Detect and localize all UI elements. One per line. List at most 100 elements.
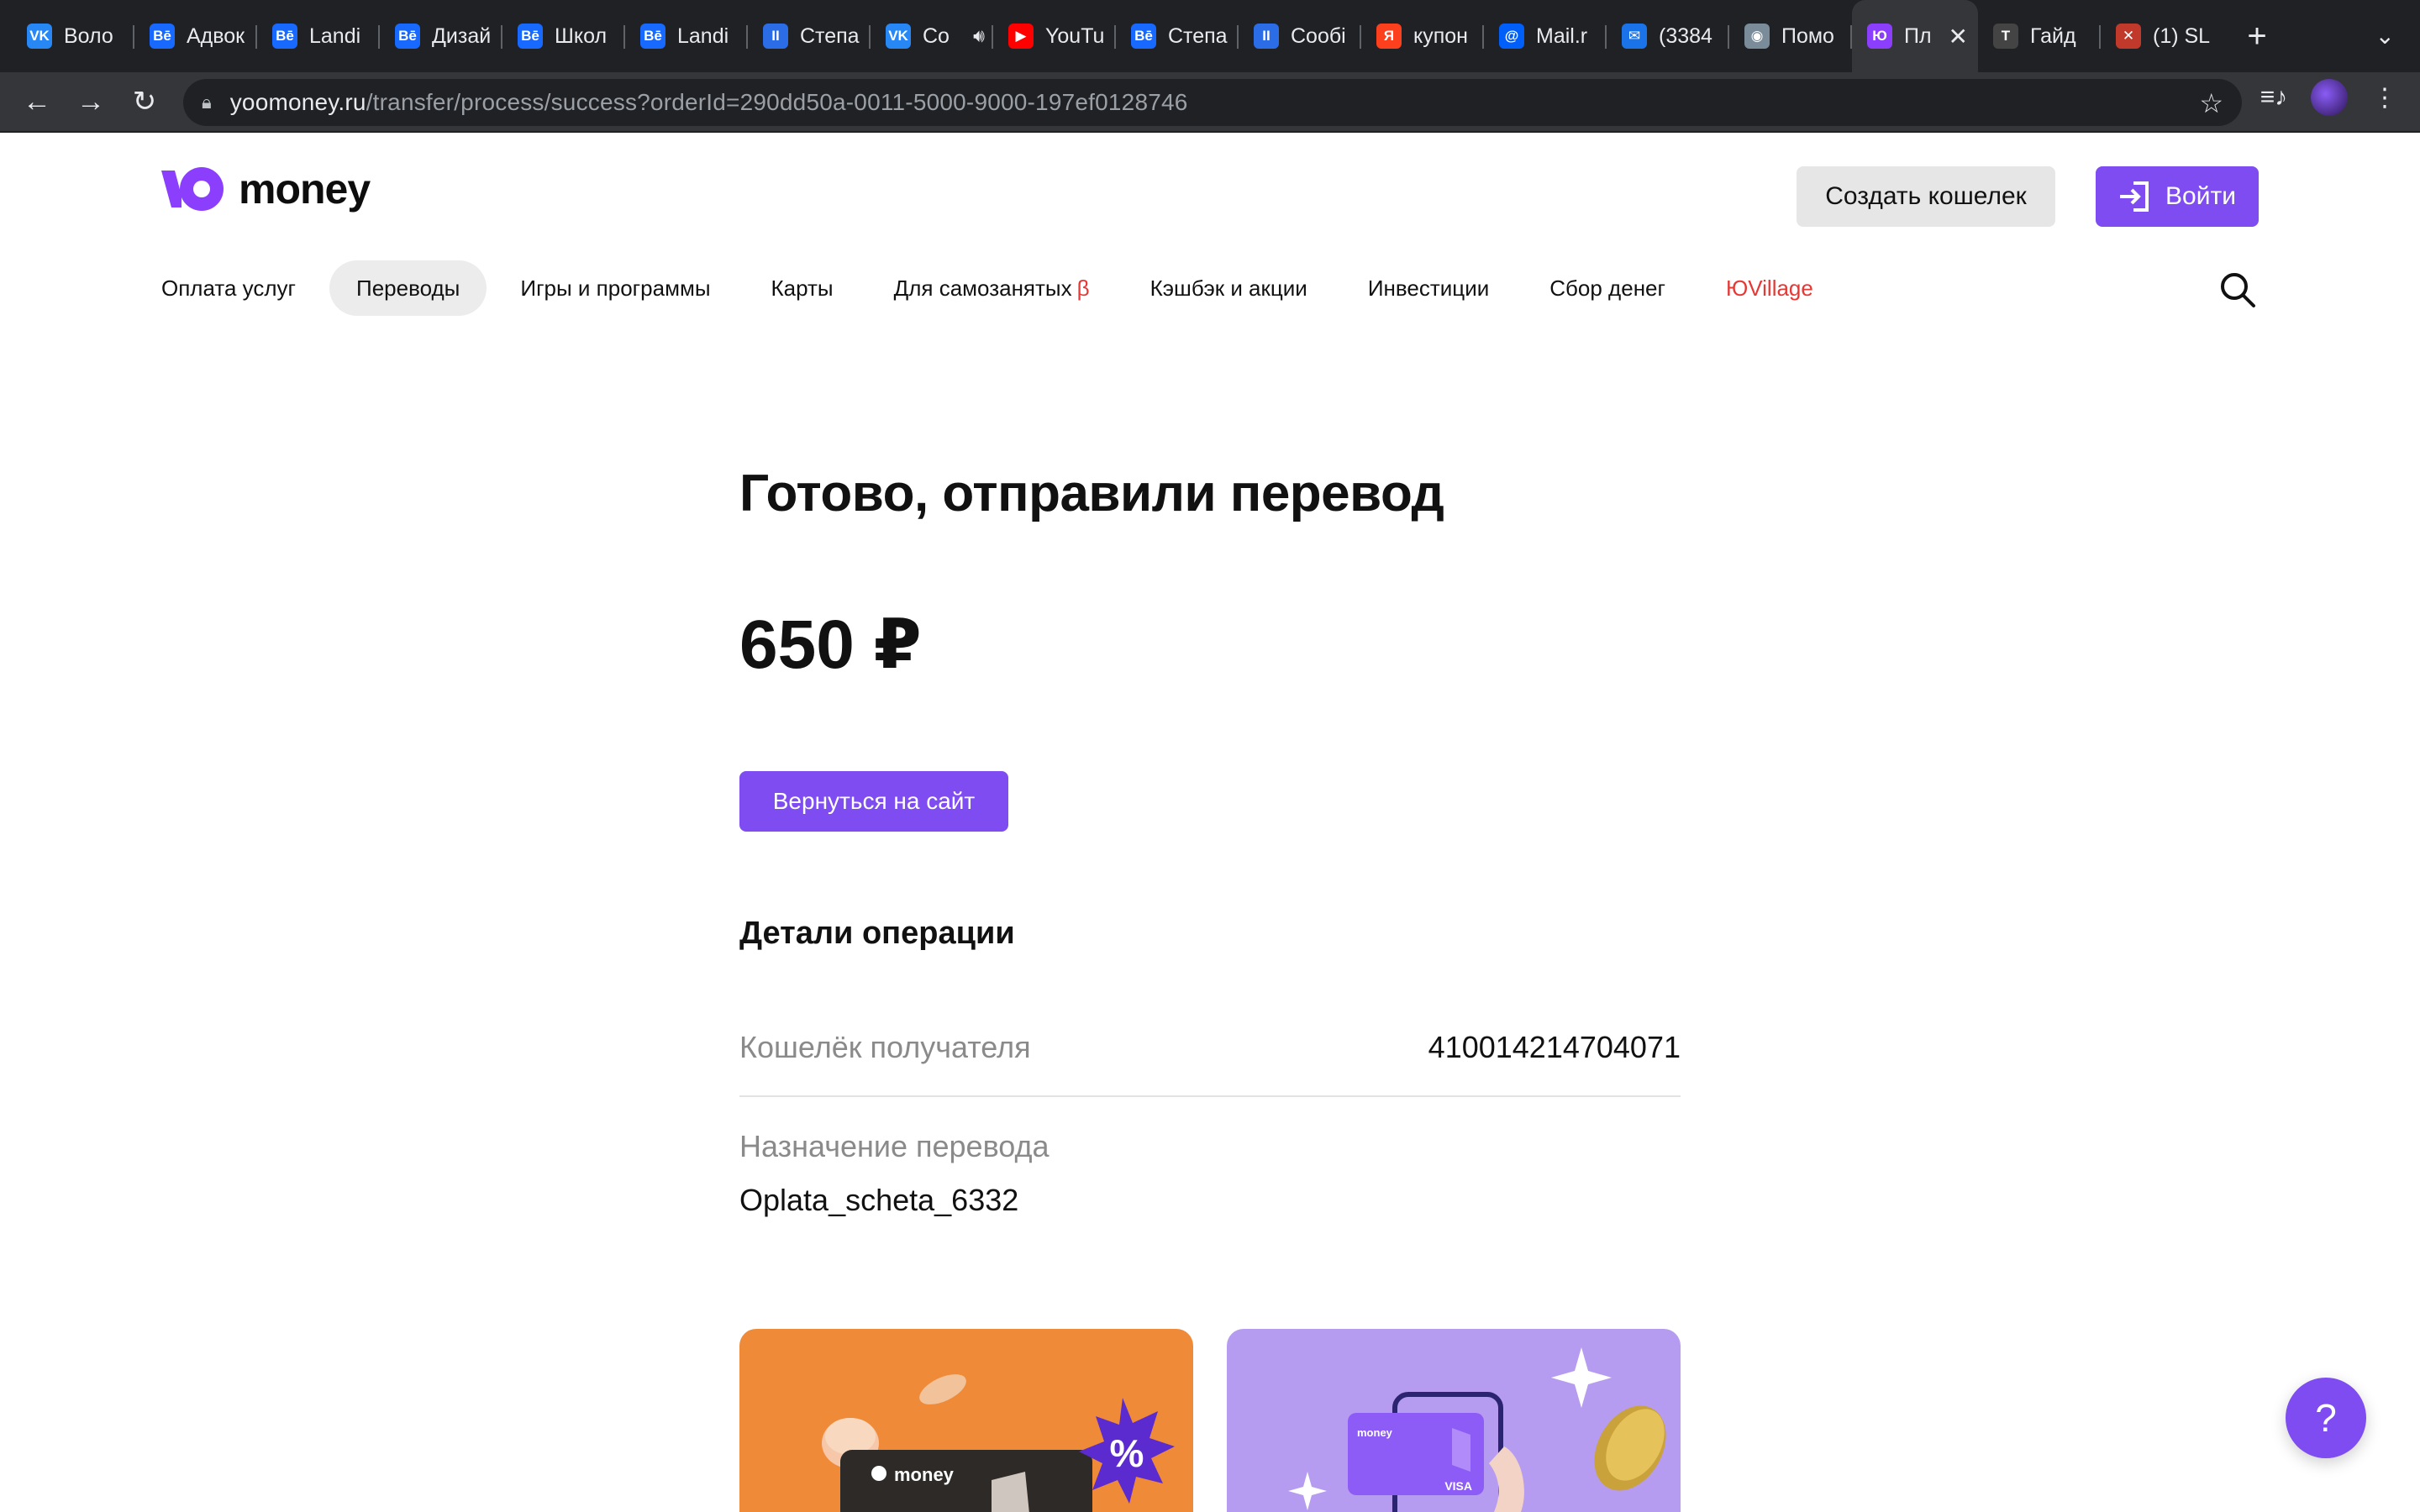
media-queue-icon[interactable]: ≡♪ <box>2255 83 2292 112</box>
recipient-wallet-value: 410014214704071 <box>1428 1030 1681 1064</box>
tab-title: Школ <box>555 24 608 48</box>
login-arrow-icon <box>2120 181 2149 212</box>
tab-favicon-icon: Bē <box>272 24 297 49</box>
nav-item[interactable]: Оплата услуг <box>161 260 323 316</box>
operation-details-heading: Детали операции <box>739 916 1015 951</box>
card-cashback-illustration: money % <box>822 1374 1175 1512</box>
tab-list: VK Воло Bē Адвок Bē Landi Bē Дизай Bē Школ Bē Landi… <box>12 0 2223 72</box>
browser-tab[interactable]: Якупон <box>1361 0 1484 72</box>
nav-item-label: Кэшбэк и акции <box>1150 275 1307 301</box>
tab-favicon-icon: Bē <box>395 24 420 49</box>
browser-tab[interactable]: II Степа <box>748 0 871 72</box>
tab-favicon-icon: ▶ <box>1008 24 1034 49</box>
tab-favicon-icon: VK <box>27 24 52 49</box>
tab-title: Адвок <box>187 24 245 48</box>
tab-favicon-icon: ✕ <box>2116 24 2141 49</box>
nav-item-label: Переводы <box>356 275 460 301</box>
nav-item[interactable]: Игры и программы <box>493 260 737 316</box>
new-tab-button[interactable]: + <box>2232 18 2282 55</box>
tab-audio-icon[interactable]: 🔊︎ <box>973 25 985 47</box>
tab-favicon-icon: ◉ <box>1744 24 1770 49</box>
transfer-purpose-value: Oplata_scheta_6332 <box>739 1183 1019 1217</box>
tab-title: Mail.r <box>1536 24 1588 48</box>
browser-tab[interactable]: II Сообі <box>1239 0 1361 72</box>
browser-tab[interactable]: ✉ (3384 <box>1607 0 1729 72</box>
reload-icon[interactable]: ↻ <box>118 75 171 129</box>
create-wallet-button[interactable]: Создать кошелек <box>1797 166 2055 227</box>
browser-tab[interactable]: Bē Школ <box>502 0 625 72</box>
promo-card-logo-text-2: money <box>1357 1426 1393 1439</box>
browser-tab[interactable]: Bē Landi <box>257 0 380 72</box>
browser-toolbar: ← → ↻ 🔒︎ yoomoney.ru/transfer/process/su… <box>0 72 2420 133</box>
site-logo[interactable]: money <box>161 165 371 213</box>
main-navigation: Оплата услуг Переводы Игры и программы Карт… <box>161 260 1847 316</box>
tab-favicon-icon: ✉ <box>1622 24 1647 49</box>
browser-tab[interactable]: VK Со 🔊︎ <box>871 0 993 72</box>
browser-tab[interactable]: VK Воло <box>12 0 134 72</box>
nav-item-label: Оплата услуг <box>161 275 297 301</box>
back-arrow-icon[interactable]: ← <box>10 75 64 129</box>
nav-item[interactable]: Сбор денег <box>1523 260 1692 316</box>
tab-favicon-icon: Ю <box>1867 24 1892 49</box>
tab-favicon-icon: Bē <box>150 24 175 49</box>
toolbar-right-group: ≡♪ ⋮ <box>2255 79 2403 116</box>
browser-tab[interactable]: Bē Landi <box>625 0 748 72</box>
beta-badge: β <box>1076 275 1090 301</box>
nav-item-label: Сбор денег <box>1549 275 1665 301</box>
help-button[interactable]: ? <box>2286 1378 2366 1458</box>
logo-wordmark: money <box>239 165 371 213</box>
browser-menu-icon[interactable]: ⋮ <box>2366 83 2403 113</box>
tab-favicon-icon: II <box>1254 24 1279 49</box>
search-icon[interactable] <box>2218 270 2257 309</box>
nav-item[interactable]: Для самозанятых β <box>867 260 1117 316</box>
tab-title: Степа <box>1168 24 1228 48</box>
url-text[interactable]: yoomoney.ru/transfer/process/success?ord… <box>230 89 1188 116</box>
tab-title: Помо <box>1781 24 1834 48</box>
nav-item-label: Карты <box>771 275 834 301</box>
browser-tab[interactable]: @ Mail.r <box>1484 0 1607 72</box>
tab-title: купон <box>1413 24 1468 48</box>
page-title: Готово, отправили перевод <box>739 465 1444 522</box>
nav-item[interactable]: Инвестиции <box>1341 260 1516 316</box>
tab-close-icon[interactable]: ✕ <box>1949 23 1968 50</box>
nav-item-label: ЮVillage <box>1726 275 1813 301</box>
tab-title: Сообі <box>1291 24 1346 48</box>
nav-item-label: Для самозанятых <box>893 275 1072 301</box>
tab-search-chevron-icon[interactable]: ⌄ <box>2375 22 2395 50</box>
tab-title: Landi <box>309 24 361 48</box>
tab-title: Степа <box>800 24 860 48</box>
browser-tab[interactable]: T Гайд <box>1978 0 2101 72</box>
tab-favicon-icon: T <box>1993 24 2018 49</box>
browser-tab[interactable]: Bē Степа <box>1116 0 1239 72</box>
browser-tab-strip: VK Воло Bē Адвок Bē Landi Bē Дизай Bē Школ Bē Landi… <box>0 0 2420 72</box>
browser-tab[interactable]: ▶ YouTu <box>993 0 1116 72</box>
tab-favicon-icon: Я <box>1376 24 1402 49</box>
details-divider <box>739 1095 1681 1097</box>
nav-item[interactable]: ЮVillage <box>1699 260 1840 316</box>
transfer-amount: 650 ₽ <box>739 606 922 683</box>
browser-tab[interactable]: ◉ Помо <box>1729 0 1852 72</box>
url-host: yoomoney.ru <box>229 89 366 115</box>
bookmark-star-icon[interactable]: ☆ <box>2199 87 2223 119</box>
nav-item[interactable]: Переводы <box>329 260 487 316</box>
tab-title: Гайд <box>2030 24 2076 48</box>
tab-favicon-icon: II <box>763 24 788 49</box>
tab-favicon-icon: Bē <box>640 24 666 49</box>
forward-arrow-icon[interactable]: → <box>64 75 118 129</box>
nav-item[interactable]: Кэшбэк и акции <box>1123 260 1334 316</box>
nav-item[interactable]: Карты <box>744 260 860 316</box>
browser-tab[interactable]: Bē Дизай <box>380 0 502 72</box>
browser-tab[interactable]: Ю Пл ✕ <box>1852 0 1978 72</box>
profile-avatar[interactable] <box>2311 79 2348 116</box>
promo-card-banner[interactable]: money % <box>739 1329 1193 1512</box>
login-button[interactable]: Войти <box>2096 166 2259 227</box>
card-brand-text: VISA <box>1444 1479 1472 1493</box>
url-path: /transfer/process/success?orderId=290dd5… <box>366 89 1188 115</box>
promo-app-banner[interactable]: money VISA <box>1227 1329 1681 1512</box>
browser-tab[interactable]: Bē Адвок <box>134 0 257 72</box>
address-bar[interactable]: 🔒︎ yoomoney.ru/transfer/process/success?… <box>183 79 2242 126</box>
tab-favicon-icon: VK <box>886 24 911 49</box>
tab-favicon-icon: @ <box>1499 24 1524 49</box>
browser-tab[interactable]: ✕ (1) SL <box>2101 0 2223 72</box>
return-to-site-button[interactable]: Вернуться на сайт <box>739 771 1008 832</box>
